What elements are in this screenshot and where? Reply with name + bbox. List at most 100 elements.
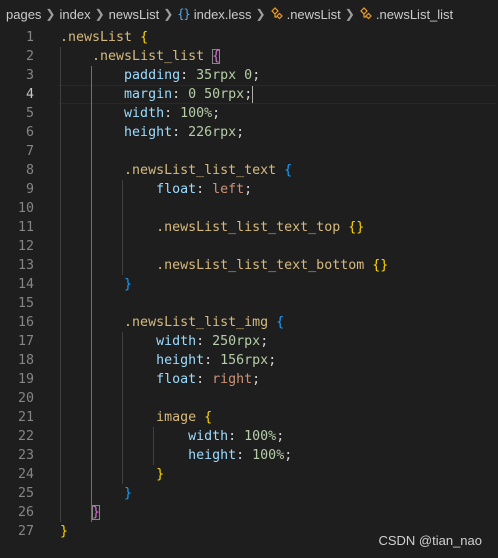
code-line[interactable]: 1 .newsList { [0, 28, 498, 47]
colon: : [164, 106, 181, 121]
close-brace: } [124, 277, 133, 292]
css-number: 100 [252, 448, 277, 463]
css-unit: % [276, 448, 285, 463]
css-number: 100 [244, 429, 269, 444]
code-line[interactable]: 24 } [0, 465, 498, 484]
close-brace: } [60, 524, 69, 539]
colon: : [196, 334, 213, 349]
code-line[interactable]: 5 width: 100%; [0, 104, 498, 123]
css-property: float [156, 372, 197, 387]
line-number: 8 [25, 163, 34, 178]
close-brace: } [92, 505, 101, 520]
css-selector: .newsList [60, 30, 133, 45]
code-line[interactable]: 6 height: 226rpx; [0, 123, 498, 142]
symbol-class-icon [360, 7, 372, 20]
code-line[interactable]: 23 height: 100%; [0, 446, 498, 465]
code-line[interactable]: 4 margin: 0 50rpx; [0, 85, 498, 104]
code-line[interactable]: 15 [0, 294, 498, 313]
code-line[interactable]: 3 padding: 35rpx 0; [0, 66, 498, 85]
breadcrumb-label: newsList [108, 6, 160, 22]
css-property: width [156, 334, 197, 349]
semicolon: ; [236, 125, 245, 140]
close-brace: } [356, 220, 365, 235]
code-content: .newsList_list_text { [60, 161, 292, 180]
semicolon: ; [252, 68, 261, 83]
code-content: margin: 0 50rpx; [60, 85, 254, 104]
breadcrumb-item-symbol-newslist[interactable]: .newsList [270, 7, 341, 22]
breadcrumb-item-symbol-newslist-list[interactable]: .newsList_list [359, 7, 453, 22]
code-line[interactable]: 25 } [0, 484, 498, 503]
code-content: } [60, 275, 132, 294]
code-line[interactable]: 11 .newsList_list_text_top {} [0, 218, 498, 237]
open-brace: { [276, 315, 285, 330]
breadcrumb-label: index [59, 6, 91, 22]
css-selector: .newsList_list_img [124, 315, 269, 330]
colon: : [196, 372, 213, 387]
code-content: float: left; [60, 180, 252, 199]
line-number: 20 [17, 391, 34, 406]
code-line[interactable]: 19 float: right; [0, 370, 498, 389]
code-content: .newsList_list { [60, 47, 221, 66]
line-number: 5 [25, 106, 34, 121]
code-line[interactable]: 7 [0, 142, 498, 161]
css-number: 156 [220, 353, 245, 368]
line-number: 4 [25, 87, 34, 102]
colon: : [236, 448, 253, 463]
semicolon: ; [260, 334, 269, 349]
css-property: float [156, 182, 197, 197]
colon: : [228, 429, 245, 444]
breadcrumb-item-index[interactable]: index [59, 7, 90, 22]
code-content: .newsList_list_text_bottom {} [60, 256, 388, 275]
css-number: 250 [212, 334, 237, 349]
line-number: 17 [17, 334, 34, 349]
breadcrumb-item-newslist[interactable]: newsList [109, 7, 160, 22]
code-line[interactable]: 16 .newsList_list_img { [0, 313, 498, 332]
colon: : [172, 125, 189, 140]
line-number: 25 [17, 486, 34, 501]
line-number: 12 [17, 239, 34, 254]
open-brace: { [204, 410, 213, 425]
code-line[interactable]: 21 image { [0, 408, 498, 427]
css-number: 35 [196, 68, 213, 83]
code-content: } [60, 522, 68, 541]
semicolon: ; [268, 353, 277, 368]
watermark: CSDN @tian_nao [378, 533, 482, 548]
breadcrumb-item-pages[interactable]: pages [6, 7, 41, 22]
code-line[interactable]: 13 .newsList_list_text_bottom {} [0, 256, 498, 275]
code-content: } [60, 465, 164, 484]
semicolon: ; [212, 106, 221, 121]
line-number: 11 [17, 220, 34, 235]
css-value: left [212, 182, 245, 197]
code-line[interactable]: 8 .newsList_list_text { [0, 161, 498, 180]
code-line[interactable]: 2 .newsList_list { [0, 47, 498, 66]
code-line[interactable]: 17 width: 250rpx; [0, 332, 498, 351]
code-line[interactable]: 20 [0, 389, 498, 408]
code-editor[interactable]: 1 .newsList {2 .newsList_list {3 padding:… [0, 28, 498, 558]
chevron-right-icon: ❯ [45, 7, 56, 21]
css-unit: % [204, 106, 213, 121]
chevron-right-icon: ❯ [344, 7, 355, 21]
breadcrumb-item-file[interactable]: {} index.less [177, 7, 251, 22]
css-unit: rpx [212, 68, 237, 83]
line-number: 6 [25, 125, 34, 140]
css-property: height [156, 353, 205, 368]
code-line[interactable]: 22 width: 100%; [0, 427, 498, 446]
line-number: 21 [17, 410, 34, 425]
code-line[interactable]: 12 [0, 237, 498, 256]
code-line[interactable]: 14 } [0, 275, 498, 294]
colon: : [204, 353, 221, 368]
code-line[interactable]: 26 } [0, 503, 498, 522]
code-content: } [60, 484, 132, 503]
line-number: 2 [25, 49, 34, 64]
css-unit: rpx [244, 353, 269, 368]
braces-icon: {} [177, 7, 190, 21]
chevron-right-icon: ❯ [163, 7, 174, 21]
code-line[interactable]: 18 height: 156rpx; [0, 351, 498, 370]
line-number: 18 [17, 353, 34, 368]
css-unit: % [268, 429, 277, 444]
code-line[interactable]: 10 [0, 199, 498, 218]
code-content: float: right; [60, 370, 260, 389]
code-line[interactable]: 9 float: left; [0, 180, 498, 199]
css-unit: rpx [220, 87, 245, 102]
